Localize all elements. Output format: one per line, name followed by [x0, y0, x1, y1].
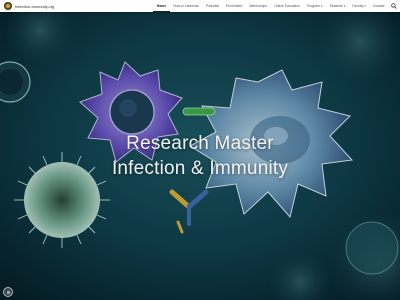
nav-item-label: Home [156, 3, 167, 8]
nav-item-label: Online Education [274, 4, 300, 8]
nav-item-label: Contact [372, 4, 385, 8]
nav-item-students[interactable]: Students ▾ [326, 0, 349, 12]
nav-item-wereschipe[interactable]: Wereschipe [246, 0, 271, 12]
top-navigation-bar: Infection-Immunity.org Home How to Lanne… [0, 0, 400, 12]
nav-item-label: Enrollment [226, 4, 243, 8]
nav-item-faculty[interactable]: Faculty ▾ [349, 0, 369, 12]
chevron-down-icon: ▾ [364, 4, 366, 8]
nav-item-label: Faculty [352, 4, 364, 8]
nav-item-online-education[interactable]: Online Education [271, 0, 304, 12]
hero-banner: Research Master Infection & Immunity [0, 12, 400, 300]
nav-item-contact[interactable]: Contact [369, 0, 388, 12]
hero-title-line-1: Research Master [126, 133, 274, 154]
nav-item-program[interactable]: Program ▾ [303, 0, 326, 12]
chevron-down-icon: ▾ [343, 4, 346, 8]
nav-item-home[interactable]: Home [153, 0, 170, 12]
hero-title-line-2: Infection & Immunity [111, 158, 289, 179]
nav-item-enrollment[interactable]: Enrollment [223, 0, 246, 12]
nav-item-label: How to Lanneras [173, 4, 199, 8]
chevron-down-icon: ▾ [320, 4, 323, 8]
nav-item-potential[interactable]: Potential [202, 0, 222, 12]
nav-item-label: Students [329, 4, 343, 8]
nav-item-label: Potential [205, 4, 220, 8]
nav-item-how-to[interactable]: How to Lanneras [170, 0, 203, 12]
nav-item-label: Program [306, 4, 320, 8]
search-icon[interactable] [390, 3, 397, 10]
nav-item-label: Wereschipe [249, 4, 268, 8]
site-title[interactable]: Infection-Immunity.org [15, 4, 54, 9]
main-navigation: Home How to Lanneras Potential Enrollmen… [153, 0, 397, 12]
site-logo-icon[interactable] [4, 2, 12, 10]
menu-icon[interactable] [3, 287, 13, 297]
hero-background-image [0, 12, 400, 300]
